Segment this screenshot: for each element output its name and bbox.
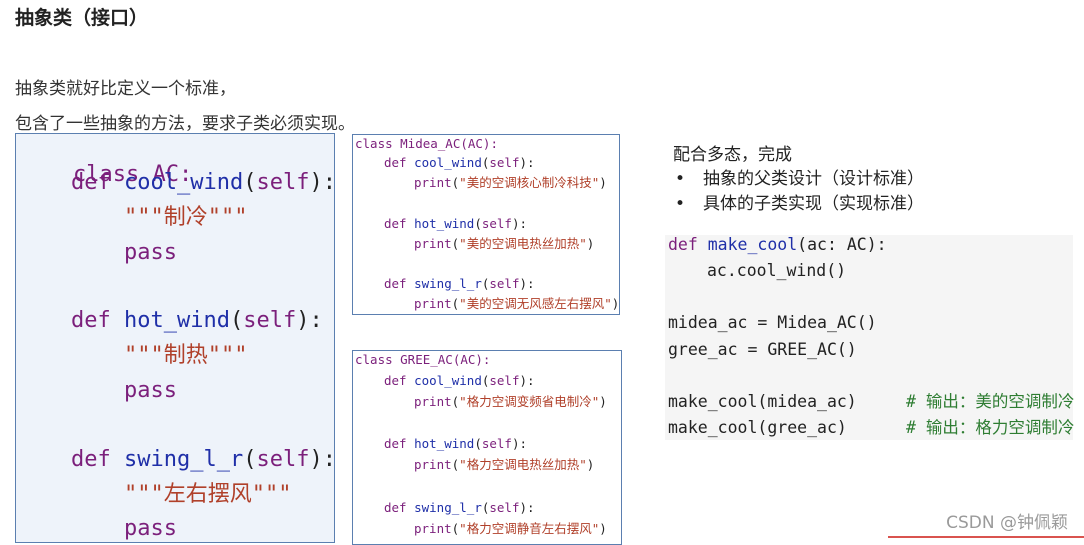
method-name: swing_l_r: [124, 447, 244, 472]
docstring: """左右摆风""": [124, 482, 292, 507]
note-bullet: • 具体的子类实现（实现标准）: [675, 194, 924, 214]
method-name: swing_l_r: [414, 500, 482, 515]
bullet-dot-icon: •: [675, 169, 686, 189]
method-def-line: def hot_wind(self):: [384, 436, 528, 451]
method-def-line: def cool_wind(self):: [71, 170, 335, 195]
method-name: hot_wind: [414, 436, 475, 451]
pass-statement: pass: [124, 240, 177, 265]
class-line: class Midea_AC(AC):: [355, 136, 498, 151]
intro-paragraph-2: 包含了一些抽象的方法，要求子类必须实现。: [15, 114, 355, 134]
call-line: make_cool(gree_ac) # 输出：格力空调制冷: [668, 418, 1075, 437]
class-line: class GREE_AC(AC):: [355, 352, 491, 367]
print-line: print("格力空调变频省电制冷"): [414, 394, 607, 409]
method-name: cool_wind: [124, 170, 244, 195]
section-heading: 抽象类（接口）: [15, 7, 149, 29]
docstring: """制冷""": [124, 205, 248, 230]
self-param: self: [256, 447, 310, 472]
method-def-line: def swing_l_r(self):: [384, 276, 535, 291]
method-def-line: def hot_wind(self):: [384, 216, 528, 231]
call-line: make_cool(midea_ac) # 输出：美的空调制冷: [668, 392, 1075, 411]
abstract-class-code-block: class AC: def cool_wind(self): """制冷""" …: [15, 133, 335, 543]
assignment-line: midea_ac = Midea_AC(): [668, 313, 877, 332]
print-line: print("美的空调无风感左右摆风"): [414, 296, 620, 311]
pass-statement: pass: [124, 516, 177, 541]
method-name: cool_wind: [414, 373, 482, 388]
output-comment: # 输出：美的空调制冷: [906, 392, 1075, 411]
method-def-line: def hot_wind(self):: [71, 308, 323, 333]
print-string: "格力空调变频省电制冷": [459, 394, 600, 409]
self-param: self: [256, 170, 310, 195]
method-name: hot_wind: [124, 308, 230, 333]
method-name: hot_wind: [414, 216, 475, 231]
print-string: "美的空调无风感左右摆风": [459, 296, 612, 311]
self-param: self: [243, 308, 297, 333]
pass-statement: pass: [124, 378, 177, 403]
def-keyword: def: [71, 170, 111, 195]
divider-line: [888, 536, 1084, 538]
method-def-line: def swing_l_r(self):: [71, 447, 335, 472]
gree-class-code-block: class GREE_AC(AC): def cool_wind(self): …: [352, 350, 622, 545]
def-keyword: def: [71, 308, 111, 333]
usage-code-block: def make_cool(ac: AC): ac.cool_wind() mi…: [665, 235, 1075, 440]
csdn-watermark: CSDN @钟佩颖: [946, 513, 1068, 533]
print-line: print("格力空调电热丝加热"): [414, 457, 595, 472]
def-keyword: def: [71, 447, 111, 472]
print-string: "美的空调电热丝加热": [459, 236, 587, 251]
print-line: print("美的空调核心制冷科技"): [414, 175, 607, 190]
function-def-line: def make_cool(ac: AC):: [668, 235, 887, 254]
note-bullet: • 抽象的父类设计（设计标准）: [675, 169, 924, 189]
output-comment: # 输出：格力空调制冷: [906, 418, 1075, 437]
note-title: 配合多态，完成: [673, 145, 792, 165]
print-line: print("美的空调电热丝加热"): [414, 236, 595, 251]
function-body: ac.cool_wind(): [707, 261, 847, 280]
print-string: "格力空调电热丝加热": [459, 457, 587, 472]
method-name: swing_l_r: [414, 276, 482, 291]
print-line: print("格力空调静音左右摆风"): [414, 521, 607, 536]
function-name: make_cool: [707, 235, 798, 254]
method-def-line: def swing_l_r(self):: [384, 500, 535, 515]
print-string: "格力空调静音左右摆风": [459, 521, 600, 536]
print-string: "美的空调核心制冷科技": [459, 175, 600, 190]
method-name: cool_wind: [414, 155, 482, 170]
bullet-dot-icon: •: [675, 194, 686, 214]
docstring: """制热""": [124, 343, 248, 368]
assignment-line: gree_ac = GREE_AC(): [668, 340, 857, 359]
method-def-line: def cool_wind(self):: [384, 155, 535, 170]
method-def-line: def cool_wind(self):: [384, 373, 535, 388]
intro-paragraph-1: 抽象类就好比定义一个标准，: [15, 79, 236, 99]
midea-class-code-block: class Midea_AC(AC): def cool_wind(self):…: [352, 134, 620, 315]
